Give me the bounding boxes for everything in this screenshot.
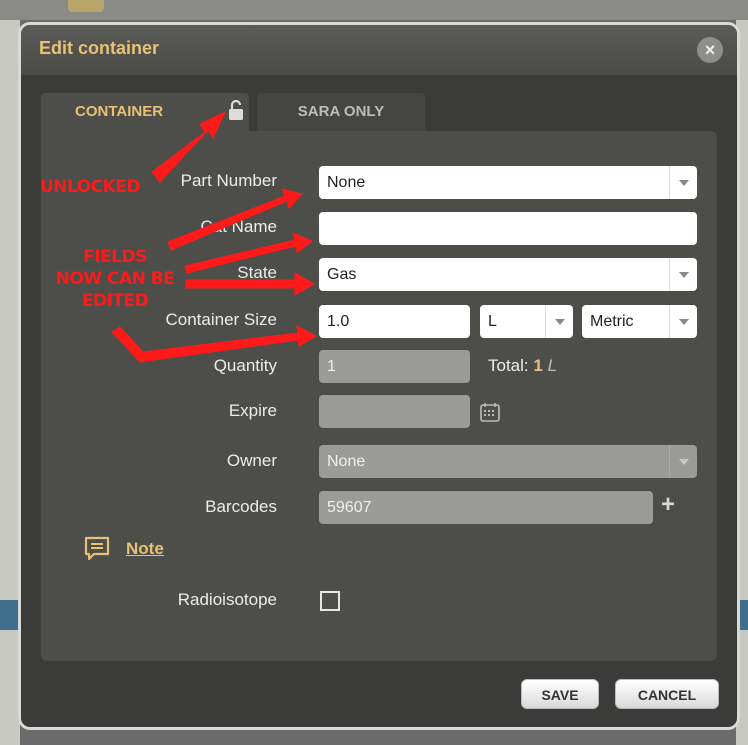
annotation-line: EDITED [81, 291, 149, 311]
annotation-arrow-cat-name [167, 188, 303, 251]
annotation-arrow-container-size [111, 325, 318, 363]
annotation-fields-edited: FIELDS NOW CAN BE EDITED [40, 246, 190, 312]
annotation-unlocked: UNLOCKED [40, 177, 141, 197]
annotation-arrow-unlocked [151, 110, 227, 183]
annotation-arrow-cat-name-2 [184, 232, 313, 274]
annotation-arrows [111, 110, 318, 363]
annotation-arrow-state [185, 272, 315, 296]
annotation-line: NOW CAN BE [55, 269, 175, 289]
annotation-line: FIELDS [83, 247, 147, 267]
